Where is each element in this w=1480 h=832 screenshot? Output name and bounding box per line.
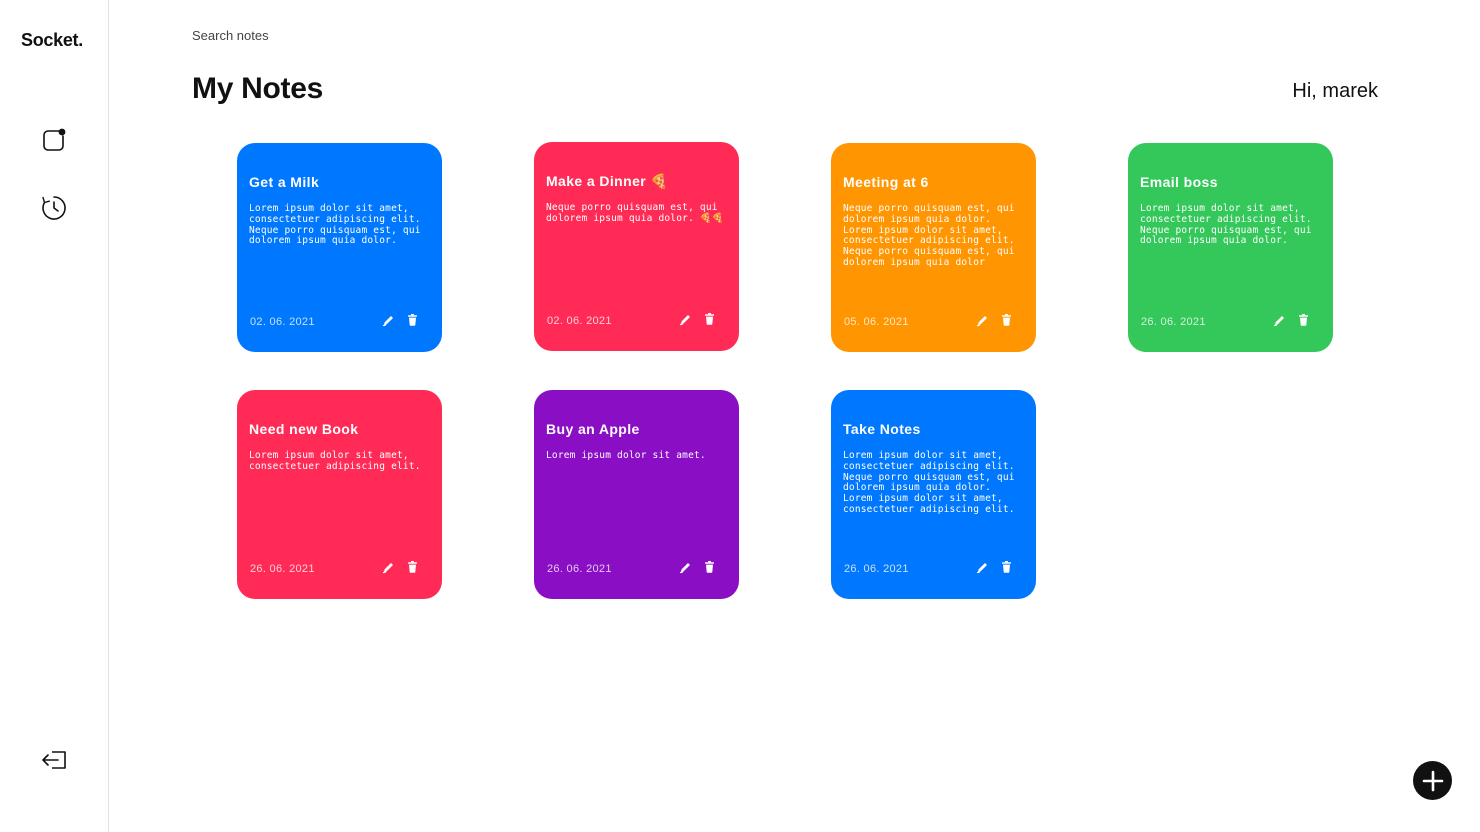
note-title: Get a Milk (249, 174, 320, 190)
note-card[interactable]: Need new Book Lorem ipsum dolor sit amet… (237, 390, 442, 599)
user-greeting: Hi, marek (1292, 80, 1378, 102)
note-body: Lorem ipsum dolor sit amet, consectetuer… (249, 203, 421, 247)
trash-icon[interactable] (702, 560, 716, 574)
note-card[interactable]: Take Notes Lorem ipsum dolor sit amet, c… (831, 390, 1036, 599)
note-date: 02. 06. 2021 (547, 315, 612, 327)
trash-icon[interactable] (405, 313, 419, 327)
edit-icon[interactable] (381, 560, 395, 574)
note-title: Buy an Apple (546, 421, 640, 437)
edit-icon[interactable] (975, 560, 989, 574)
note-card[interactable]: Buy an Apple Lorem ipsum dolor sit amet.… (534, 390, 739, 599)
trash-icon[interactable] (1296, 313, 1310, 327)
note-title: Meeting at 6 (843, 174, 929, 190)
note-date: 26. 06. 2021 (250, 563, 315, 575)
note-title: Email boss (1140, 174, 1218, 190)
note-title: Make a Dinner 🍕 (546, 173, 669, 189)
note-date: 02. 06. 2021 (250, 316, 315, 328)
note-card[interactable]: Email boss Lorem ipsum dolor sit amet, c… (1128, 143, 1333, 352)
note-body: Lorem ipsum dolor sit amet. (546, 450, 706, 461)
note-date: 26. 06. 2021 (844, 563, 909, 575)
edit-icon[interactable] (975, 313, 989, 327)
edit-icon[interactable] (1272, 313, 1286, 327)
trash-icon[interactable] (702, 312, 716, 326)
trash-icon[interactable] (999, 560, 1013, 574)
note-date: 05. 06. 2021 (844, 316, 909, 328)
note-date: 26. 06. 2021 (1141, 316, 1206, 328)
note-card[interactable]: Get a Milk Lorem ipsum dolor sit amet, c… (237, 143, 442, 352)
note-title: Need new Book (249, 421, 359, 437)
note-title: Take Notes (843, 421, 921, 437)
edit-icon[interactable] (381, 313, 395, 327)
logout-icon[interactable] (40, 746, 68, 774)
note-body: Lorem ipsum dolor sit amet, consectetuer… (843, 450, 1015, 515)
search-input[interactable] (192, 26, 492, 44)
app-logo[interactable]: Socket. (21, 30, 83, 51)
add-note-button[interactable] (1413, 761, 1452, 800)
trash-icon[interactable] (999, 313, 1013, 327)
trash-icon[interactable] (405, 560, 419, 574)
plus-icon (1422, 770, 1443, 791)
history-icon[interactable] (40, 194, 68, 222)
note-body: Neque porro quisquam est, qui dolorem ip… (546, 202, 724, 224)
note-card[interactable]: Meeting at 6 Neque porro quisquam est, q… (831, 143, 1036, 352)
note-card[interactable]: Make a Dinner 🍕 Neque porro quisquam est… (534, 142, 739, 351)
note-body: Lorem ipsum dolor sit amet, consectetuer… (249, 450, 421, 472)
note-body: Lorem ipsum dolor sit amet, consectetuer… (1140, 203, 1312, 247)
edit-icon[interactable] (678, 312, 692, 326)
edit-icon[interactable] (678, 560, 692, 574)
new-note-icon[interactable] (40, 126, 68, 154)
sidebar: Socket. (0, 0, 109, 832)
note-date: 26. 06. 2021 (547, 563, 612, 575)
note-body: Neque porro quisquam est, qui dolorem ip… (843, 203, 1015, 268)
page-title: My Notes (192, 72, 323, 105)
